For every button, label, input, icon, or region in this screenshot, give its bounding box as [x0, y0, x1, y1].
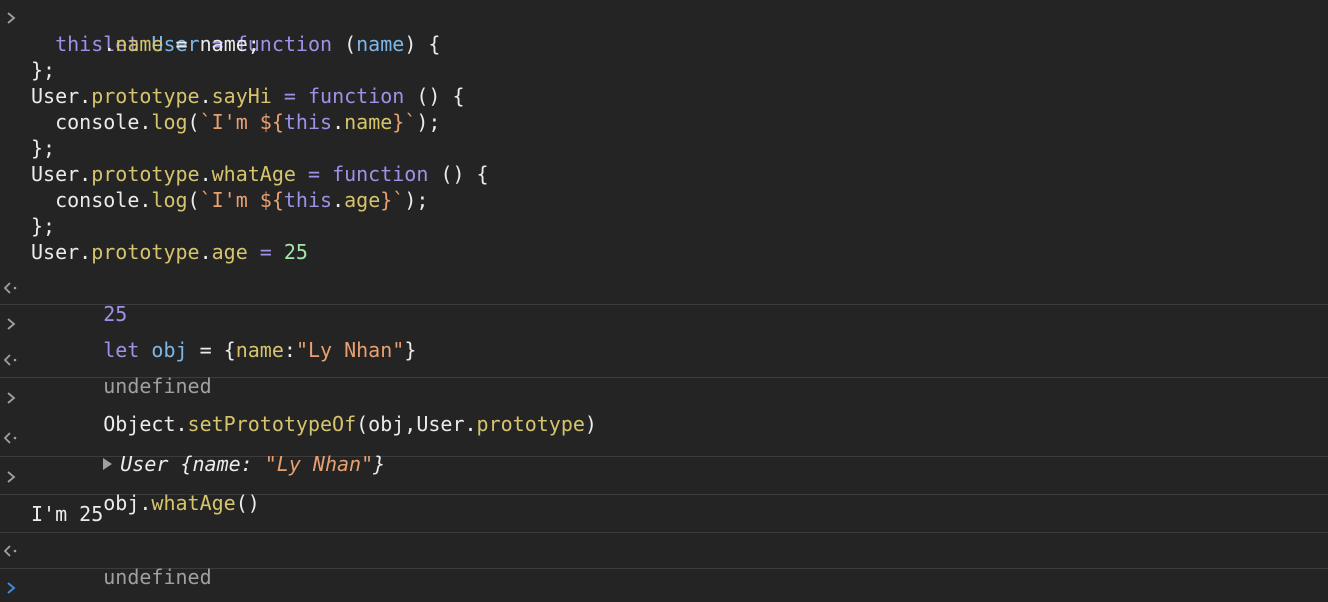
code-token: name [115, 32, 164, 56]
code-token: prototype [91, 240, 200, 264]
code-token: log [151, 110, 188, 134]
code-token: whatAge [211, 162, 296, 186]
code-token: this [283, 110, 333, 134]
code-token: = [247, 240, 284, 264]
console-input-line[interactable]: User.prototype.whatAge = function () { [0, 161, 1328, 187]
console-input-line[interactable]: let User = function (name) { [0, 5, 1328, 56]
code-token: log [151, 188, 188, 212]
console-input-line[interactable]: console.log(`I'm ${this.age}`); [0, 187, 1328, 213]
code-token: }` [380, 188, 405, 212]
console-input-line[interactable]: User.prototype.sayHi = function () { [0, 83, 1328, 109]
code-token: = [295, 162, 333, 186]
return-arrow-icon [0, 275, 22, 301]
code-token: () { [440, 162, 489, 186]
console-entry: undefined [0, 533, 1328, 589]
code-token: name [344, 110, 393, 134]
console-input-line[interactable]: let obj = {name:"Ly Nhan"} [0, 311, 1328, 362]
code-token: ); [416, 110, 441, 134]
console-result-line: 25 [0, 275, 1328, 326]
code-token: }; [31, 136, 56, 160]
code-token: age [344, 188, 381, 212]
console-entry: obj.whatAge() [0, 457, 1328, 515]
code-token: age [211, 240, 248, 264]
console-panel: let User = function (name) { this.name =… [0, 0, 1328, 602]
console-log-entry: I'm 25 [0, 495, 1328, 533]
console-entry: let obj = {name:"Ly Nhan"} undefined [0, 305, 1328, 398]
console-result-line: undefined [0, 538, 1328, 589]
code-token: = name; [163, 32, 260, 56]
code-token: sayHi [211, 84, 272, 108]
console-log-line: I'm 25 [0, 501, 1328, 527]
chevron-right-icon [0, 311, 22, 337]
code-token: console. [31, 188, 152, 212]
console-input-line[interactable]: obj.whatAge() [0, 464, 1328, 515]
console-result-line[interactable]: User {name: "Ly Nhan"} [0, 425, 1328, 476]
code-token: }; [31, 214, 56, 238]
code-token: User. [31, 240, 92, 264]
console-prompt-input[interactable] [0, 575, 1328, 601]
code-token: User. [31, 162, 92, 186]
code-token: ( [187, 188, 200, 212]
console-prompt[interactable] [0, 569, 1328, 601]
code-token: . [199, 162, 212, 186]
chevron-right-icon [0, 385, 22, 411]
code-token: . [199, 84, 212, 108]
return-arrow-icon [0, 425, 22, 451]
code-token: ); [404, 188, 429, 212]
code-token: `I'm ${ [199, 188, 284, 212]
code-token: () { [416, 84, 465, 108]
code-token: console. [31, 110, 152, 134]
console-entry: let User = function (name) { this.name =… [0, 0, 1328, 326]
return-arrow-icon [0, 538, 22, 564]
console-input-line[interactable]: User.prototype.age = 25 [0, 239, 1328, 265]
code-token: }` [392, 110, 417, 134]
code-token: `I'm ${ [199, 110, 284, 134]
code-token: }; [31, 58, 56, 82]
code-token: ( [187, 110, 200, 134]
code-token: . [332, 188, 345, 212]
return-arrow-icon [0, 347, 22, 373]
code-token: prototype [91, 84, 200, 108]
code-token: function [307, 84, 417, 108]
code-token: . [199, 240, 212, 264]
console-input-line[interactable]: }; [0, 57, 1328, 83]
console-input-line[interactable]: Object.setPrototypeOf(obj,User.prototype… [0, 385, 1328, 436]
prompt-caret-icon [0, 575, 22, 601]
console-input-line[interactable]: }; [0, 213, 1328, 239]
code-token: this [55, 32, 104, 56]
console-input-line[interactable]: this.name = name; [0, 31, 1328, 57]
chevron-right-icon [0, 5, 22, 31]
code-token: prototype [91, 162, 200, 186]
chevron-right-icon [0, 464, 22, 490]
code-token: = [271, 84, 308, 108]
code-token: function [332, 162, 441, 186]
code-token: 25 [283, 240, 308, 264]
console-result-line: undefined [0, 347, 1328, 398]
log-message: I'm 25 [31, 502, 104, 526]
console-entry: Object.setPrototypeOf(obj,User.prototype… [0, 378, 1328, 476]
code-token: . [332, 110, 345, 134]
console-input-line[interactable]: console.log(`I'm ${this.name}`); [0, 109, 1328, 135]
code-token: this [283, 188, 333, 212]
console-input-line[interactable]: }; [0, 135, 1328, 161]
code-token: . [103, 32, 116, 56]
code-token: User. [31, 84, 92, 108]
